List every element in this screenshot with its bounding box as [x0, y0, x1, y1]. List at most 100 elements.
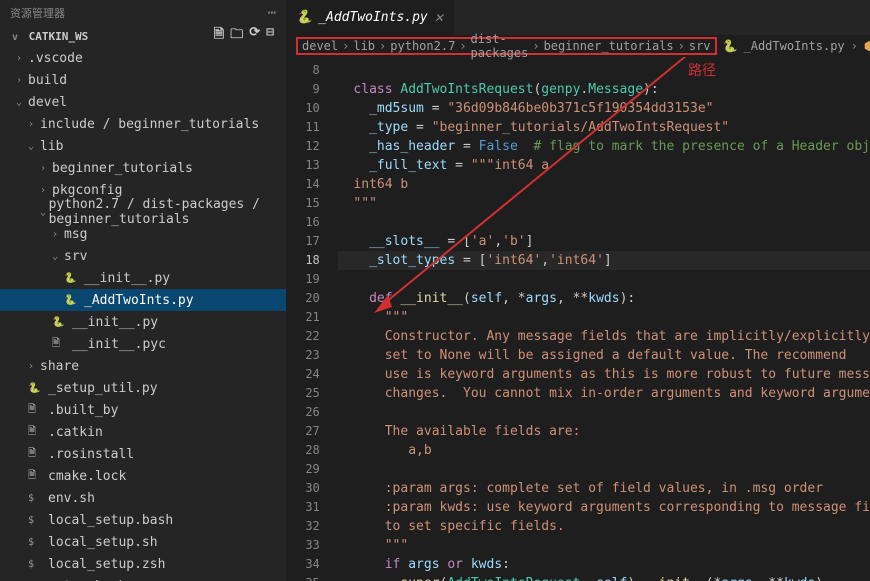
tree-item[interactable]: 🐍 __init__.py — [0, 267, 286, 289]
tree-item[interactable]: ⌄devel — [0, 91, 286, 113]
more-icon[interactable]: ⋯ — [268, 5, 276, 21]
breadcrumb-right[interactable]: 🐍_AddTwoInts.py › ⬢ AddTwoIntsRequest — [723, 39, 870, 53]
chevron-icon: ⌄ — [52, 251, 62, 262]
tree-label: local_setup.bash — [48, 513, 173, 528]
tree-item[interactable]: ›share — [0, 355, 286, 377]
crumb[interactable]: lib — [353, 39, 375, 53]
chevron-icon: › — [28, 361, 38, 372]
tree-item[interactable]: $ local_setup.bash — [0, 509, 286, 531]
tab-label: _AddTwoInts.py — [318, 10, 428, 25]
file-icon: 🗎 — [28, 402, 42, 419]
tree-label: srv — [64, 249, 87, 264]
chevron-icon: › — [40, 185, 50, 196]
crumb[interactable]: devel — [302, 39, 338, 53]
python-icon: 🐍 — [52, 317, 66, 328]
tree-label: env.sh — [48, 491, 95, 506]
tree-label: share — [40, 359, 79, 374]
python-icon: 🐍 — [723, 39, 738, 53]
shell-icon: $ — [28, 537, 42, 548]
new-folder-icon[interactable]: 🗀 — [230, 25, 243, 47]
tree-label: _AddTwoInts.py — [84, 293, 194, 308]
tree-item[interactable]: 🐍__init__.py — [0, 311, 286, 333]
tree-label: beginner_tutorials — [52, 161, 193, 176]
tree-label: __init__.pyc — [72, 337, 166, 352]
chevron-icon: › — [28, 119, 38, 130]
tree-label: include / beginner_tutorials — [40, 117, 259, 132]
chevron-right-icon: › — [851, 39, 858, 53]
tree-label: python2.7 / dist-packages / beginner_tut… — [49, 197, 286, 227]
explorer-header: 资源管理器 ⋯ — [0, 0, 286, 25]
new-file-icon[interactable]: 🗎 — [214, 25, 224, 47]
tab-addtwoints[interactable]: 🐍 _AddTwoInts.py ✕ — [286, 0, 454, 35]
workspace-name: CATKIN_WS — [29, 30, 89, 43]
shell-icon: $ — [28, 559, 42, 570]
crumb[interactable]: python2.7 — [390, 39, 455, 53]
tree-item[interactable]: $ local_setup.sh — [0, 531, 286, 553]
tree-item[interactable]: ⌄lib — [0, 135, 286, 157]
file-icon: 🗎 — [28, 468, 42, 485]
python-icon: 🐍 — [28, 383, 42, 394]
tree-label: local_setup.sh — [48, 535, 158, 550]
refresh-icon[interactable]: ⟳ — [249, 25, 260, 47]
chevron-icon: › — [40, 163, 50, 174]
tree-item[interactable]: ›.vscode — [0, 47, 286, 69]
tree-item[interactable]: 🗎 cmake.lock — [0, 465, 286, 487]
tree-label: local_setup.zsh — [48, 557, 165, 572]
crumb[interactable]: srv — [689, 39, 711, 53]
tree-item[interactable]: ⌄srv — [0, 245, 286, 267]
chevron-right-icon: › — [532, 39, 539, 53]
tree-label: build — [28, 73, 67, 88]
breadcrumb-path[interactable]: devel › lib › python2.7 › dist-packages … — [296, 37, 717, 55]
close-icon[interactable]: ✕ — [434, 11, 444, 25]
tree-label: lib — [40, 139, 63, 154]
crumb[interactable]: _AddTwoInts.py — [744, 39, 845, 53]
class-icon: ⬢ — [864, 39, 870, 53]
chevron-icon: ⌄ — [40, 207, 47, 218]
shell-icon: $ — [28, 515, 42, 526]
chevron-icon: › — [16, 75, 26, 86]
crumb[interactable]: dist-packages — [471, 32, 529, 60]
tree-item[interactable]: 🗎 .built_by — [0, 399, 286, 421]
code-content[interactable]: class AddTwoIntsRequest(genpy.Message): … — [338, 57, 870, 581]
workspace-header[interactable]: v CATKIN_WS 🗎 🗀 ⟳ ⊟ — [0, 25, 286, 47]
file-icon: 🗎 — [28, 424, 42, 441]
breadcrumb: devel › lib › python2.7 › dist-packages … — [286, 35, 870, 57]
tab-bar: 🐍 _AddTwoInts.py ✕ — [286, 0, 870, 35]
tree-label: .catkin — [48, 425, 103, 440]
tree-item[interactable]: 🗎 __init__.pyc — [0, 333, 286, 355]
tree-item[interactable]: ⌄python2.7 / dist-packages / beginner_tu… — [0, 201, 286, 223]
tree-label: cmake.lock — [48, 469, 126, 484]
chevron-icon: › — [52, 229, 62, 240]
tree-item[interactable]: ›include / beginner_tutorials — [0, 113, 286, 135]
tree-label: .rosinstall — [48, 447, 134, 462]
editor-area: 🐍 _AddTwoInts.py ✕ devel › lib › python2… — [286, 0, 870, 581]
tree-item[interactable]: ›build — [0, 69, 286, 91]
tree-label: devel — [28, 95, 67, 110]
python-icon: 🐍 — [64, 295, 78, 306]
chevron-icon: › — [16, 53, 26, 64]
chevron-down-icon: v — [12, 32, 22, 43]
line-gutter: 8910111213141516171819202122232425262728… — [286, 57, 338, 581]
file-icon: 🗎 — [52, 336, 66, 353]
collapse-icon[interactable]: ⊟ — [266, 25, 274, 47]
tree-label: .built_by — [48, 403, 118, 418]
tree-item[interactable]: 🐍 _setup_util.py — [0, 377, 286, 399]
tree-item[interactable]: ›beginner_tutorials — [0, 157, 286, 179]
tree-item[interactable]: 🐍 _AddTwoInts.py — [0, 289, 286, 311]
explorer-sidebar: 资源管理器 ⋯ v CATKIN_WS 🗎 🗀 ⟳ ⊟ ›.vscode›bui… — [0, 0, 286, 581]
shell-icon: $ — [28, 493, 42, 504]
python-icon: 🐍 — [64, 273, 78, 284]
tree-label: _setup_util.py — [48, 381, 158, 396]
tree-item[interactable]: $ local_setup.zsh — [0, 553, 286, 575]
editor-body[interactable]: 8910111213141516171819202122232425262728… — [286, 57, 870, 581]
tree-item[interactable]: $setup.bash — [0, 575, 286, 581]
tree-item[interactable]: 🗎 .rosinstall — [0, 443, 286, 465]
chevron-icon: ⌄ — [28, 141, 38, 152]
file-icon: 🗎 — [28, 446, 42, 463]
tree-item[interactable]: $ env.sh — [0, 487, 286, 509]
chevron-right-icon: › — [342, 39, 349, 53]
crumb[interactable]: beginner_tutorials — [544, 39, 674, 53]
tree-item[interactable]: 🗎 .catkin — [0, 421, 286, 443]
python-icon: 🐍 — [296, 10, 312, 25]
tree-label: __init__.py — [84, 271, 170, 286]
